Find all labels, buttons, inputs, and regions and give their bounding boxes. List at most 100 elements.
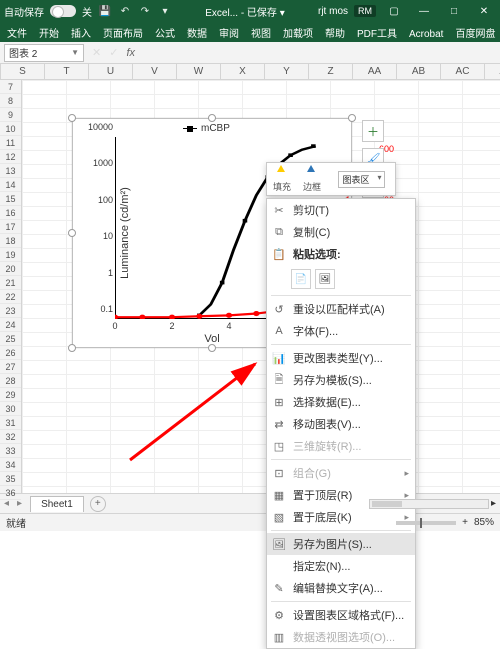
menu-copy[interactable]: ⧉复制(C)	[267, 221, 415, 243]
tab-home[interactable]: 开始	[36, 23, 62, 42]
tab-acrobat[interactable]: Acrobat	[406, 27, 446, 42]
minimize-button[interactable]: —	[412, 6, 436, 17]
maximize-button[interactable]: □	[442, 6, 466, 17]
row-header[interactable]: 28	[0, 374, 21, 388]
save-icon[interactable]: 💾	[98, 6, 112, 17]
col-header[interactable]: S	[1, 64, 45, 79]
tab-baidu[interactable]: 百度网盘	[452, 23, 498, 42]
row-header[interactable]: 19	[0, 248, 21, 262]
tab-file[interactable]: 文件	[4, 23, 30, 42]
row-header[interactable]: 16	[0, 206, 21, 220]
row-header[interactable]: 27	[0, 360, 21, 374]
outline-color-icon[interactable]	[305, 165, 319, 179]
row-header[interactable]: 31	[0, 416, 21, 430]
menu-reset-style[interactable]: ↺重设以匹配样式(A)	[267, 298, 415, 320]
menu-cut[interactable]: ✂剪切(T)	[267, 199, 415, 221]
row-header[interactable]: 26	[0, 346, 21, 360]
tab-pdf[interactable]: PDF工具	[354, 23, 400, 42]
menu-save-template[interactable]: 🗎另存为模板(S)...	[267, 369, 415, 391]
row-header[interactable]: 13	[0, 164, 21, 178]
tab-formulas[interactable]: 公式	[152, 23, 178, 42]
zoom-slider[interactable]	[396, 521, 456, 525]
ribbon-display-icon[interactable]: ▢	[382, 6, 406, 17]
tab-view[interactable]: 视图	[248, 23, 274, 42]
resize-handle[interactable]	[68, 229, 76, 237]
row-header[interactable]: 22	[0, 290, 21, 304]
row-header[interactable]: 32	[0, 430, 21, 444]
name-box[interactable]: 图表 2 ▼	[4, 44, 84, 62]
redo-icon[interactable]: ↷	[138, 6, 152, 17]
row-header[interactable]: 15	[0, 192, 21, 206]
chart-elements-button[interactable]: ＋	[362, 120, 384, 142]
horizontal-scrollbar[interactable]	[369, 499, 489, 509]
col-header[interactable]: U	[89, 64, 133, 79]
row-header[interactable]: 25	[0, 332, 21, 346]
row-header[interactable]: 9	[0, 108, 21, 122]
row-header[interactable]: 35	[0, 472, 21, 486]
menu-send-back[interactable]: ▧置于底层(K)▸	[267, 506, 415, 528]
row-header[interactable]: 12	[0, 150, 21, 164]
document-title[interactable]: Excel... - 已保存 ▾	[178, 4, 312, 19]
chart-legend[interactable]: mCBP	[183, 123, 230, 134]
col-header[interactable]: W	[177, 64, 221, 79]
row-header[interactable]: 18	[0, 234, 21, 248]
tab-pagelayout[interactable]: 页面布局	[100, 23, 146, 42]
col-header[interactable]: Y	[265, 64, 309, 79]
new-sheet-button[interactable]: +	[90, 496, 106, 512]
row-header[interactable]: 21	[0, 276, 21, 290]
col-header[interactable]: Z	[309, 64, 353, 79]
resize-handle[interactable]	[208, 114, 216, 122]
scroll-right-icon[interactable]: ▸	[491, 498, 496, 509]
menu-move-chart[interactable]: ⇄移动图表(V)...	[267, 413, 415, 435]
undo-icon[interactable]: ↶	[118, 6, 132, 17]
menu-font[interactable]: A字体(F)...	[267, 320, 415, 342]
tab-review[interactable]: 审阅	[216, 23, 242, 42]
tab-data[interactable]: 数据	[184, 23, 210, 42]
row-header[interactable]: 17	[0, 220, 21, 234]
sheet-tab[interactable]: Sheet1	[30, 496, 84, 512]
row-header[interactable]: 10	[0, 122, 21, 136]
menu-save-as-picture[interactable]: 🖼另存为图片(S)...	[267, 533, 415, 555]
x-axis-label[interactable]: Vol	[204, 333, 219, 345]
close-button[interactable]: ✕	[472, 6, 496, 17]
menu-edit-alt-text[interactable]: ✎编辑替换文字(A)...	[267, 577, 415, 599]
col-header[interactable]: AA	[353, 64, 397, 79]
row-header[interactable]: 23	[0, 304, 21, 318]
row-header[interactable]: 14	[0, 178, 21, 192]
row-header[interactable]: 33	[0, 444, 21, 458]
row-header[interactable]: 30	[0, 402, 21, 416]
zoom-in-button[interactable]: +	[462, 517, 468, 528]
mini-toolbar[interactable]: 填充 边框 图表区	[266, 162, 396, 196]
resize-handle[interactable]	[348, 114, 356, 122]
paste-option-1[interactable]: 📄	[291, 269, 311, 289]
tab-addins[interactable]: 加载项	[280, 23, 316, 42]
fx-icon[interactable]: fx	[126, 47, 135, 59]
name-box-dropdown-icon[interactable]: ▼	[71, 48, 79, 57]
tab-insert[interactable]: 插入	[68, 23, 94, 42]
menu-change-chart-type[interactable]: 📊更改图表类型(Y)...	[267, 347, 415, 369]
row-header[interactable]: 29	[0, 388, 21, 402]
col-header[interactable]: AB	[397, 64, 441, 79]
menu-format-chart-area[interactable]: ⚙设置图表区域格式(F)...	[267, 604, 415, 626]
worksheet-grid[interactable]: S T U V W X Y Z AA AB AC AD 789101112131…	[0, 64, 500, 493]
row-header[interactable]: 20	[0, 262, 21, 276]
row-header[interactable]: 34	[0, 458, 21, 472]
col-header[interactable]: AD	[485, 64, 500, 79]
resize-handle[interactable]	[68, 344, 76, 352]
paste-option-2[interactable]: 🖼	[315, 269, 335, 289]
row-header[interactable]: 24	[0, 318, 21, 332]
user-avatar[interactable]: RM	[354, 5, 376, 17]
menu-select-data[interactable]: ⊞选择数据(E)...	[267, 391, 415, 413]
col-header[interactable]: V	[133, 64, 177, 79]
col-header[interactable]: T	[45, 64, 89, 79]
row-header[interactable]: 11	[0, 136, 21, 150]
cells-area[interactable]: mCBP Luminance (cd/m²) Current density (…	[22, 80, 500, 493]
row-header[interactable]: 8	[0, 94, 21, 108]
autosave-toggle[interactable]	[50, 5, 76, 17]
resize-handle[interactable]	[68, 114, 76, 122]
col-header[interactable]: X	[221, 64, 265, 79]
qat-dropdown-icon[interactable]: ▾	[158, 6, 172, 17]
row-header[interactable]: 36	[0, 486, 21, 500]
col-header[interactable]: AC	[441, 64, 485, 79]
chart-area-select[interactable]: 图表区	[338, 171, 385, 188]
